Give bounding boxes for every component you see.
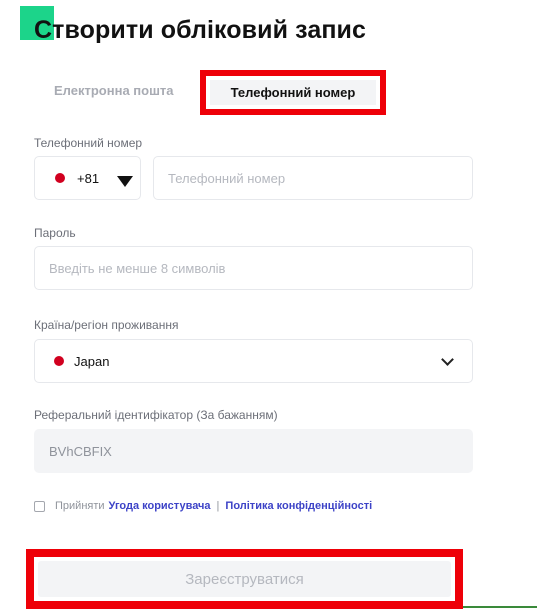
tab-phone[interactable]: Телефонний номер	[210, 80, 376, 105]
country-code-select[interactable]: +81	[34, 156, 141, 200]
bottom-divider	[463, 606, 537, 608]
terms-checkbox[interactable]	[34, 500, 45, 512]
country-select[interactable]: Japan	[34, 339, 473, 383]
referral-field[interactable]: BVhCBFIX	[34, 429, 473, 473]
phone-label: Телефонний номер	[34, 136, 143, 150]
page-title: Створити обліковий запис	[34, 16, 367, 44]
password-field-box	[34, 246, 473, 290]
country-label: Країна/регіон проживання	[34, 318, 179, 332]
tab-email[interactable]: Електронна пошта	[54, 83, 174, 98]
country-value: Japan	[74, 353, 110, 369]
chevron-down-icon[interactable]	[441, 353, 454, 366]
password-input[interactable]	[35, 247, 472, 289]
terms-accept-text: Прийняти	[55, 500, 105, 512]
country-code-value: +81	[77, 170, 100, 186]
signup-page: Створити обліковий запис Електронна пошт…	[0, 0, 537, 609]
phone-field-box	[153, 156, 473, 200]
user-agreement-link[interactable]: Угода користувача	[109, 500, 211, 512]
caret-down-icon[interactable]	[117, 176, 133, 187]
privacy-policy-link[interactable]: Політика конфіденційності	[225, 500, 372, 512]
tab-phone-highlight: Телефонний номер	[200, 70, 386, 115]
referral-value: BVhCBFIX	[49, 443, 112, 459]
phone-input[interactable]	[154, 157, 472, 199]
japan-flag-icon	[55, 173, 65, 183]
terms-separator: |	[216, 500, 220, 512]
password-label: Пароль	[34, 226, 76, 240]
register-button[interactable]: Зареєструватися	[38, 561, 451, 597]
submit-highlight: Зареєструватися	[26, 549, 463, 609]
terms-row: Прийняти Угода користувача | Політика ко…	[34, 500, 372, 512]
referral-label: Реферальний ідентифікатор (За бажанням)	[34, 408, 278, 422]
japan-flag-icon	[54, 356, 64, 366]
